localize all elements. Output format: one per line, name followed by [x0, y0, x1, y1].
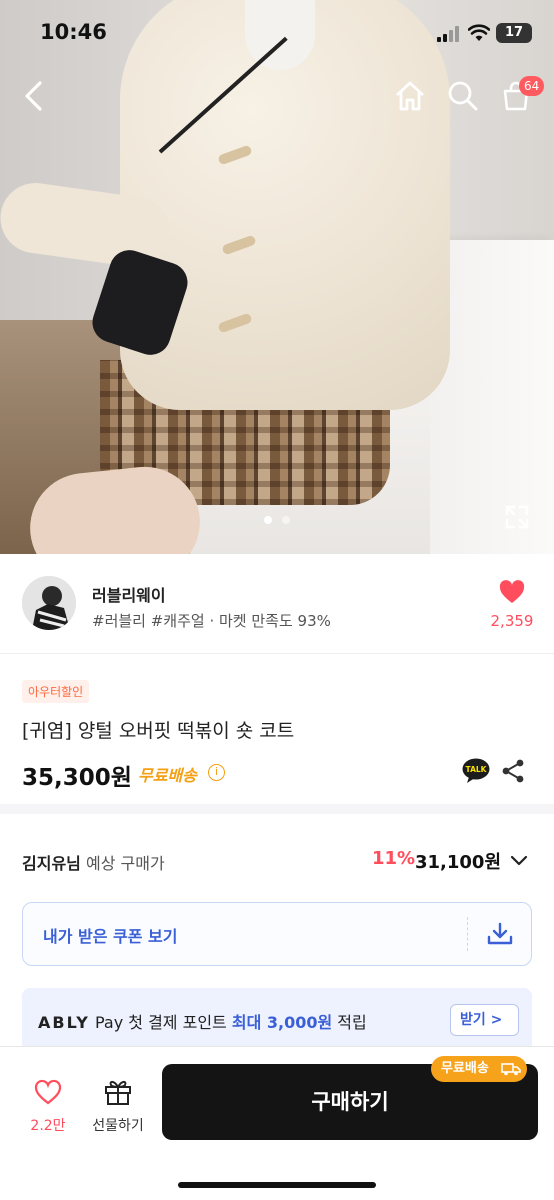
gallery-pagination: [0, 516, 554, 524]
talk-label: TALK: [466, 765, 488, 774]
estimated-price-row[interactable]: 김지유님 예상 구매가 11% 31,100원: [0, 824, 554, 894]
seller-like-count: 2,359: [490, 612, 534, 630]
back-button[interactable]: [14, 76, 54, 116]
truck-icon: [501, 1063, 521, 1076]
signal-icon: [437, 26, 459, 42]
expand-icon[interactable]: [502, 502, 532, 532]
share-icon[interactable]: [500, 758, 526, 784]
seller-tags: #러블리 #캐주얼 · 마켓 만족도 93%: [92, 612, 331, 630]
info-icon[interactable]: i: [208, 764, 225, 781]
product-price: 35,300원: [22, 765, 132, 791]
coupon-label: 내가 받은 쿠폰 보기: [43, 927, 178, 946]
cart-count-badge: 64: [519, 76, 545, 96]
pagination-dot-active[interactable]: [264, 516, 272, 524]
chevron-left-icon: [25, 81, 42, 111]
home-button[interactable]: [390, 76, 430, 116]
product-title: [귀염] 양털 오버핏 떡볶이 숏 코트: [22, 720, 295, 742]
pagination-dot[interactable]: [282, 516, 290, 524]
gift-label: 선물하기: [92, 1118, 144, 1134]
wifi-icon: [468, 24, 490, 41]
home-indicator: [178, 1182, 376, 1188]
pay-text-1: 첫 결제 포인트: [128, 1013, 227, 1032]
free-shipping-pill-label: 무료배송: [441, 1061, 489, 1076]
heart-filled-icon: [499, 580, 525, 603]
avatar-image: [22, 576, 76, 630]
status-time: 10:46: [40, 20, 107, 44]
free-shipping-pill: 무료배송: [431, 1056, 527, 1082]
like-count: 2.2만: [30, 1118, 66, 1134]
coupon-button[interactable]: 내가 받은 쿠폰 보기: [22, 902, 532, 966]
estimate-text: 예상 구매가: [85, 854, 165, 873]
pay-label: Pay: [94, 1013, 124, 1032]
seller-name[interactable]: 러블리웨이: [92, 582, 166, 606]
heart-outline-icon: [34, 1079, 62, 1105]
coupon-divider: [467, 917, 468, 951]
status-bar: 10:46 17: [0, 0, 554, 64]
pay-text-2: 적립: [337, 1013, 367, 1032]
receive-button[interactable]: 받기 >: [450, 1004, 519, 1036]
search-button[interactable]: [443, 76, 483, 116]
chevron-down-icon[interactable]: [510, 852, 528, 870]
battery-indicator: 17: [496, 23, 532, 43]
user-name: 김지유님: [22, 854, 81, 873]
seller-avatar[interactable]: [22, 576, 76, 630]
download-icon[interactable]: [485, 919, 515, 949]
estimate-discount: 11%: [372, 848, 416, 869]
discount-badge: 아우터할인: [22, 680, 90, 703]
like-button[interactable]: 2.2만: [22, 1079, 74, 1135]
seller-like-button[interactable]: 2,359: [484, 580, 540, 630]
gift-button[interactable]: 선물하기: [88, 1077, 148, 1135]
estimate-label: 김지유님 예상 구매가: [22, 850, 165, 874]
ably-pay-banner[interactable]: ABLY Pay 첫 결제 포인트 최대 3,000원 적립 받기 >: [22, 988, 532, 1052]
home-icon: [396, 81, 424, 111]
bottom-action-bar: 2.2만 선물하기 구매하기 무료배송: [0, 1046, 554, 1200]
search-icon: [448, 81, 478, 111]
estimate-price: 31,100원: [415, 852, 502, 873]
kakaotalk-share-button[interactable]: TALK: [462, 758, 490, 784]
product-info: 아우터할인 [귀염] 양털 오버핏 떡볶이 숏 코트 35,300원 무료배송 …: [0, 654, 554, 814]
seller-section[interactable]: 러블리웨이 #러블리 #캐주얼 · 마켓 만족도 93% 2,359: [0, 554, 554, 654]
gift-icon: [105, 1080, 131, 1105]
pay-highlight: 최대 3,000원: [231, 1013, 333, 1032]
product-page: 10:46 17 64 러블리웨이 #러블리 #캐주얼 · 마켓 만족도 93%…: [0, 0, 554, 1200]
ably-logo: ABLY: [38, 1013, 90, 1032]
free-shipping-label: 무료배송: [138, 766, 197, 785]
pay-banner-text: ABLY Pay 첫 결제 포인트 최대 3,000원 적립: [38, 1009, 367, 1033]
